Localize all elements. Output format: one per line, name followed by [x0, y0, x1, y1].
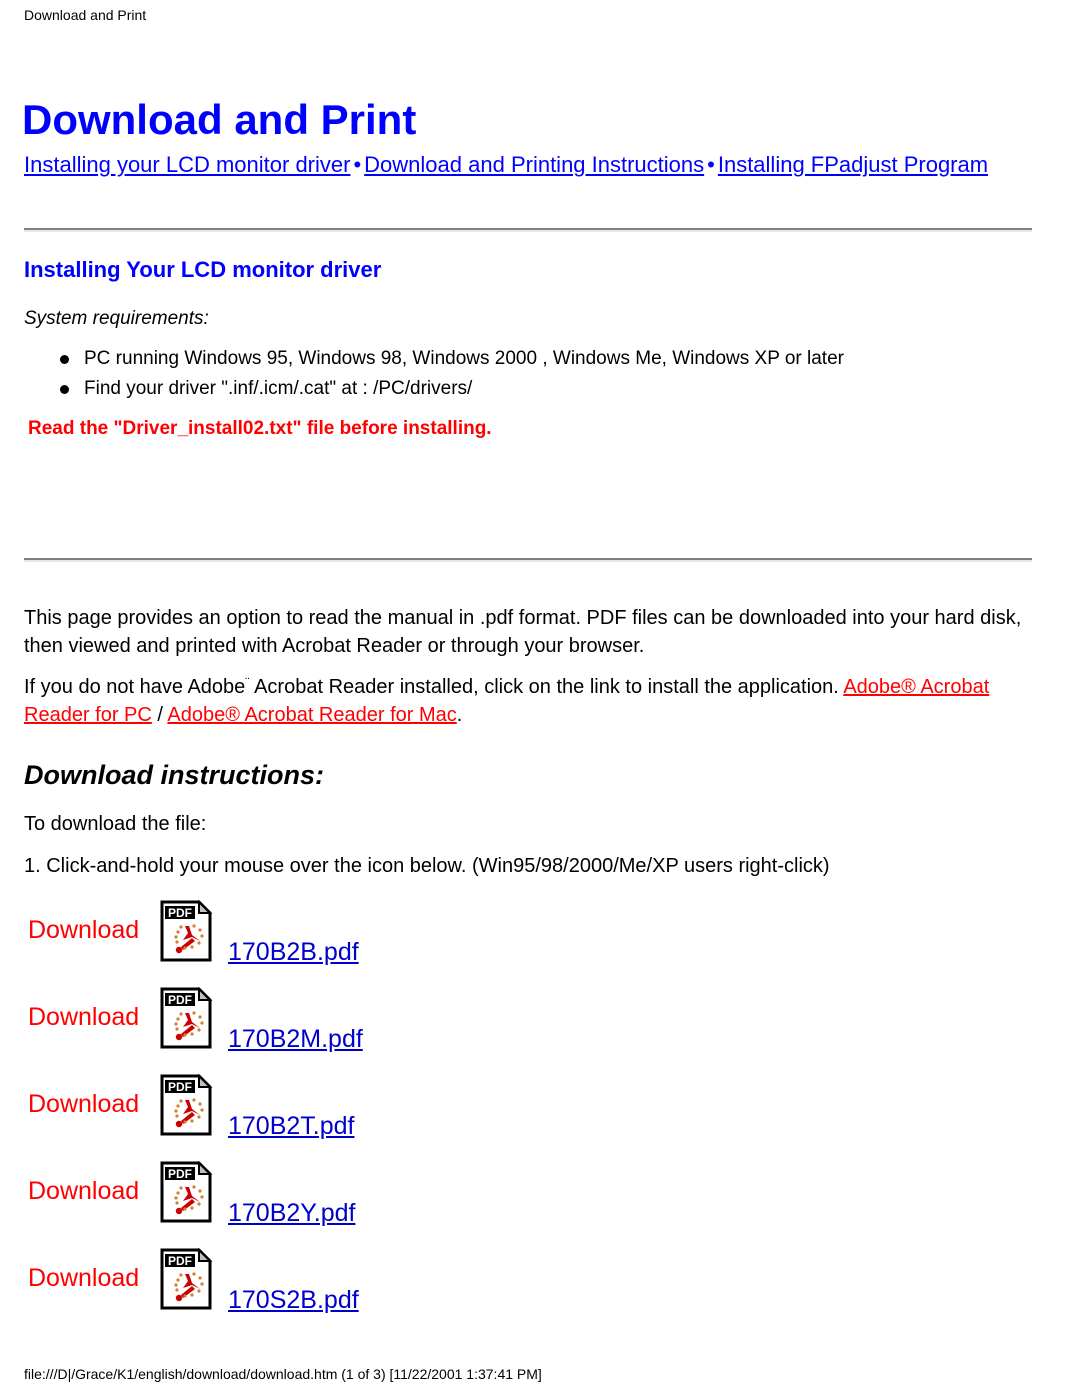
heading-download-instructions: Download instructions: [24, 760, 324, 790]
download-row: Download PDF [0, 1246, 1080, 1333]
bullet-icon [60, 355, 69, 364]
download-file-link[interactable]: 170B2B.pdf [228, 938, 359, 966]
download-file-link-wrap: 170B2T.pdf [228, 1112, 355, 1141]
section-nav-links: Installing your LCD monitor driver • Downl… [24, 148, 1034, 181]
pdf-file-icon[interactable]: PDF [159, 1247, 213, 1310]
download-row: Download PDF [0, 898, 1080, 985]
divider-top [24, 228, 1032, 232]
nav-separator-1: • [353, 152, 362, 177]
download-file-link[interactable]: 170B2Y.pdf [228, 1199, 355, 1227]
paragraph-pdf-info: This page provides an option to read the… [24, 607, 1022, 657]
nav-link-fpadjust[interactable]: Installing FPadjust Program [718, 152, 988, 177]
status-bar-path: file:///D|/Grace/K1/english/download/dow… [24, 1366, 542, 1382]
link-adobe-reader-mac[interactable]: Adobe® Acrobat Reader for Mac [167, 704, 456, 726]
acrobat-text-end: . [456, 704, 463, 726]
acrobat-text-mid: Acrobat Reader installed, click on the l… [249, 676, 844, 698]
svg-text:PDF: PDF [168, 1080, 192, 1094]
download-file-link-wrap: 170B2Y.pdf [228, 1199, 355, 1228]
bullet-icon [60, 385, 69, 394]
link-slash-separator: / [151, 704, 168, 726]
divider-middle [24, 558, 1032, 562]
nav-link-download-printing[interactable]: Download and Printing Instructions [364, 152, 704, 177]
download-row: Download PDF [0, 1072, 1080, 1159]
nav-separator-2: • [707, 152, 715, 177]
list-item-text: PC running Windows 95, Windows 98, Windo… [84, 348, 844, 369]
download-file-link[interactable]: 170B2T.pdf [228, 1112, 355, 1140]
download-label[interactable]: Download [28, 1090, 139, 1119]
list-item: Find your driver ".inf/.icm/.cat" at : /… [52, 374, 844, 404]
page-title: Download and Print [22, 96, 417, 144]
download-file-link-wrap: 170S2B.pdf [228, 1286, 359, 1315]
warning-text: Read the "Driver_install02.txt" file bef… [28, 418, 492, 439]
pdf-file-icon[interactable]: PDF [159, 1073, 213, 1136]
breadcrumb: Download and Print [24, 7, 147, 23]
svg-text:PDF: PDF [168, 906, 192, 920]
pdf-file-icon[interactable]: PDF [159, 899, 213, 962]
download-line-to-download: To download the file: [24, 813, 207, 835]
download-file-link-wrap: 170B2B.pdf [228, 938, 359, 967]
download-file-link-wrap: 170B2M.pdf [228, 1025, 363, 1054]
system-requirements-label: System requirements: [24, 308, 209, 329]
download-line-step-1: 1. Click-and-hold your mouse over the ic… [24, 855, 830, 877]
download-label[interactable]: Download [28, 1177, 139, 1206]
heading-installing-driver: Installing Your LCD monitor driver [24, 257, 382, 282]
system-requirements-list: PC running Windows 95, Windows 98, Windo… [52, 344, 844, 404]
pdf-file-icon[interactable]: PDF [159, 1160, 213, 1223]
download-row: Download PDF [0, 1159, 1080, 1246]
list-item-text: Find your driver ".inf/.icm/.cat" at : /… [84, 378, 473, 399]
svg-text:PDF: PDF [168, 993, 192, 1007]
paragraph-acrobat-links: If you do not have Adobe¨ Acrobat Reader… [24, 669, 1036, 729]
download-label[interactable]: Download [28, 916, 139, 945]
acrobat-text-before: If you do not have Adobe [24, 676, 246, 698]
nav-link-installing-driver[interactable]: Installing your LCD monitor driver [24, 152, 350, 177]
download-label[interactable]: Download [28, 1003, 139, 1032]
download-row: Download PDF [0, 985, 1080, 1072]
svg-text:PDF: PDF [168, 1167, 192, 1181]
download-file-list: Download PDF 170B2B.pdf Download PDF 170… [0, 898, 1080, 1333]
svg-text:PDF: PDF [168, 1254, 192, 1268]
list-item: PC running Windows 95, Windows 98, Windo… [52, 344, 844, 374]
download-file-link[interactable]: 170S2B.pdf [228, 1286, 359, 1314]
pdf-file-icon[interactable]: PDF [159, 986, 213, 1049]
download-file-link[interactable]: 170B2M.pdf [228, 1025, 363, 1053]
download-label[interactable]: Download [28, 1264, 139, 1293]
